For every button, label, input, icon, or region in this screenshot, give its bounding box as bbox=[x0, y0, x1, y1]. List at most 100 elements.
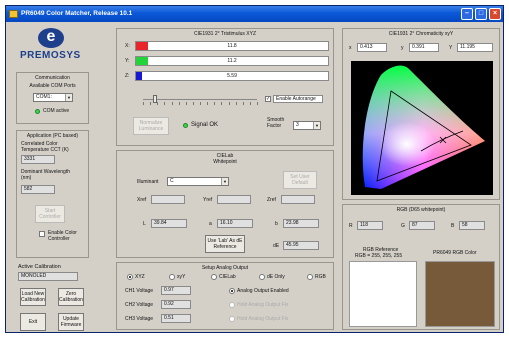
chromaticity-panel: CIE1931 2° Chromaticity xyY x 0.413 y 0.… bbox=[342, 28, 500, 200]
y-bar: 11.2 bbox=[135, 56, 329, 66]
l-label: L bbox=[143, 221, 146, 227]
rgb-reference-swatch bbox=[349, 261, 417, 327]
chroma-x-label: x bbox=[349, 45, 352, 51]
radio-xyy[interactable] bbox=[169, 274, 175, 280]
load-calibration-button[interactable]: Load New Calibration bbox=[20, 288, 46, 306]
slider-tick bbox=[207, 102, 209, 105]
use-lab-reference-button[interactable]: Use 'Lab' As dE Reference bbox=[205, 235, 245, 253]
radio-cielab[interactable] bbox=[211, 274, 217, 280]
ch3-label: CH3 Voltage bbox=[125, 316, 154, 322]
close-button[interactable]: × bbox=[489, 8, 501, 20]
autorange-label: Enable Autorange bbox=[273, 95, 323, 103]
chevron-down-icon: ▼ bbox=[313, 122, 320, 129]
illuminant-value: C bbox=[170, 178, 174, 184]
slider-tick bbox=[150, 102, 152, 105]
hold-output-label-2: Hold Analog Output Fix bbox=[237, 316, 289, 322]
illuminant-select[interactable]: C ▼ bbox=[167, 177, 229, 186]
slider-tick bbox=[192, 102, 194, 105]
com-status-led-icon bbox=[35, 109, 40, 114]
app-icon bbox=[9, 10, 18, 18]
yref-field[interactable] bbox=[217, 195, 251, 204]
enable-controller-checkbox[interactable] bbox=[39, 231, 45, 237]
slider-tick bbox=[214, 102, 216, 105]
title-bar: PR6049 Color Matcher, Release 10.1 – □ × bbox=[6, 6, 503, 22]
maximize-button[interactable]: □ bbox=[475, 8, 487, 20]
xref-field[interactable] bbox=[151, 195, 185, 204]
set-user-default-button[interactable]: Set User Default bbox=[283, 171, 317, 189]
de-label: dE bbox=[273, 243, 280, 249]
cct-label: Correlated Color Temperature CCT (K) bbox=[21, 141, 69, 153]
slider-tick bbox=[185, 102, 187, 105]
start-controller-button[interactable]: Start Controller bbox=[35, 205, 65, 223]
app-window: PR6049 Color Matcher, Release 10.1 – □ ×… bbox=[5, 5, 504, 333]
rgb-b-value: 58 bbox=[459, 221, 485, 230]
exit-button[interactable]: Exit bbox=[20, 313, 46, 331]
slider-tick bbox=[178, 102, 180, 105]
chromaticity-title: CIE1931 2° Chromaticity xyY bbox=[388, 31, 454, 37]
chroma-y-label: y bbox=[401, 45, 404, 51]
dominant-wavelength-label: Dominant Wavelength (nm) bbox=[21, 169, 71, 181]
range-slider-ticks bbox=[143, 102, 258, 105]
radio-xyy-label: xyY bbox=[177, 274, 186, 280]
rgb-r-value: 118 bbox=[357, 221, 383, 230]
x-label: X: bbox=[125, 43, 130, 49]
rgb-reference-value: RGB = 255, 255, 255 bbox=[355, 253, 403, 259]
zref-field[interactable] bbox=[281, 195, 315, 204]
radio-xyz[interactable] bbox=[127, 274, 133, 280]
ch1-value: 0.97 bbox=[161, 286, 191, 295]
hold-output-radio-2[interactable] bbox=[229, 316, 235, 322]
communication-panel: Communication Available COM Ports COM1: ▼… bbox=[16, 72, 89, 124]
y-bar-fill bbox=[136, 57, 148, 65]
radio-rgb[interactable] bbox=[307, 274, 313, 280]
de-value: 45.95 bbox=[283, 241, 319, 250]
hold-output-radio-1[interactable] bbox=[229, 302, 235, 308]
dominant-wavelength-value: 582 bbox=[21, 185, 55, 194]
x-bar: 11.8 bbox=[135, 41, 329, 51]
premosys-logo: e PREMOSYS bbox=[20, 28, 81, 61]
communication-title: Communication bbox=[35, 75, 70, 81]
yref-label: Yref bbox=[203, 197, 213, 203]
autorange-checkbox[interactable]: ✓ bbox=[265, 96, 271, 102]
minimize-button[interactable]: – bbox=[461, 8, 473, 20]
normalize-luminance-button[interactable]: Normalize Luminance bbox=[133, 117, 169, 135]
smooth-factor-label: Smooth Factor bbox=[267, 117, 285, 129]
whitepoint-subtitle: Whitepoint bbox=[213, 159, 237, 165]
illuminant-label: Illuminant bbox=[137, 179, 159, 185]
radio-de-only[interactable] bbox=[259, 274, 265, 280]
b-value: 23.98 bbox=[283, 219, 319, 228]
smooth-factor-select[interactable]: 3 ▼ bbox=[293, 121, 321, 130]
update-firmware-button[interactable]: Update Firmware bbox=[58, 313, 84, 331]
application-panel: Application (PC based) Correlated Color … bbox=[16, 130, 89, 258]
rgb-color-title: PR6049 RGB Color bbox=[433, 250, 477, 256]
slider-tick bbox=[200, 102, 201, 105]
l-value: 39.84 bbox=[151, 219, 187, 228]
com-port-select[interactable]: COM1: ▼ bbox=[33, 93, 73, 102]
radio-de-only-label: dE Only bbox=[267, 274, 285, 280]
z-bar: 5.59 bbox=[135, 71, 329, 81]
chroma-Y-label: Y bbox=[449, 45, 453, 51]
b-label: b bbox=[275, 221, 278, 227]
chevron-down-icon: ▼ bbox=[221, 178, 228, 185]
slider-tick bbox=[164, 102, 166, 105]
com-port-value: COM1: bbox=[36, 94, 52, 100]
x-value: 11.8 bbox=[227, 43, 237, 49]
xyz-panel: CIE1931 2° Tristimulus XYZ X: 11.8 Y: 11… bbox=[116, 28, 334, 146]
ch2-label: CH2 Voltage bbox=[125, 302, 154, 308]
radio-rgb-label: RGB bbox=[315, 274, 326, 280]
brand-name: PREMOSYS bbox=[20, 50, 81, 61]
rgb-b-label: B bbox=[451, 223, 455, 229]
chroma-y-value: 0.391 bbox=[409, 43, 439, 52]
a-label: a bbox=[209, 221, 212, 227]
active-calibration-title: Active Calibration bbox=[18, 264, 61, 270]
hold-output-label-1: Hold Analog Output Fix bbox=[237, 302, 289, 308]
zero-calibration-button[interactable]: Zero Calibration bbox=[58, 288, 84, 306]
a-value: 16.10 bbox=[217, 219, 253, 228]
analog-output-panel: Setup Analog Output XYZ xyY CIELab dE On… bbox=[116, 262, 334, 330]
signal-status-label: Signal OK bbox=[191, 122, 219, 128]
slider-tick bbox=[221, 102, 223, 105]
analog-enabled-radio[interactable] bbox=[229, 288, 235, 294]
range-slider-track[interactable] bbox=[143, 99, 257, 100]
logo-icon: e bbox=[38, 28, 64, 48]
slider-tick bbox=[157, 102, 159, 105]
slider-tick bbox=[257, 102, 258, 105]
